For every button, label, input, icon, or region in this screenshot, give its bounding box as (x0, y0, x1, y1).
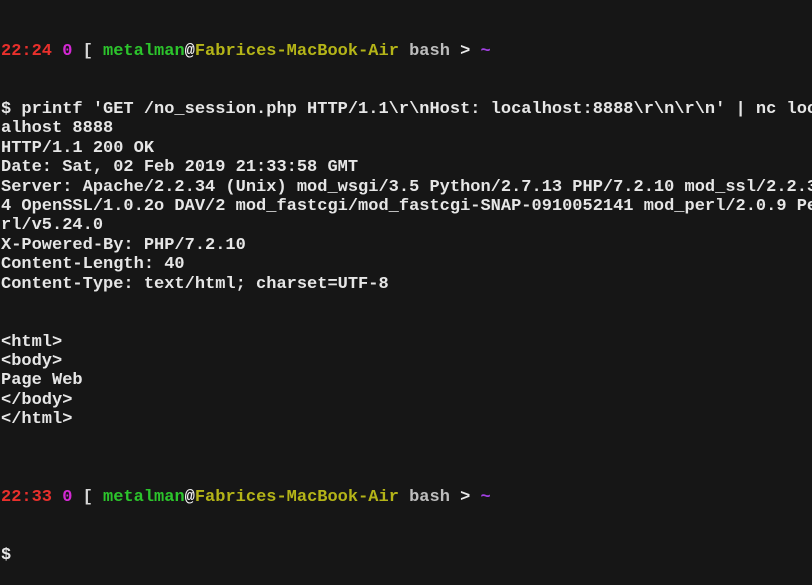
output-line: 4 OpenSSL/1.0.2o DAV/2 mod_fastcgi/mod_f… (1, 196, 812, 216)
prompt-time: 22:33 (1, 487, 53, 507)
prompt-shell: bash (409, 41, 450, 61)
output-line: <body> (1, 352, 63, 372)
terminal[interactable]: 22:24 0 [ metalman@Fabrices-MacBook-Air … (1, 3, 812, 585)
output-line: </html> (1, 410, 73, 430)
prompt-bracket: [ (82, 487, 93, 507)
output-line: alhost 8888 (1, 119, 114, 139)
prompt-at: @ (184, 41, 195, 61)
prompt-user: metalman (103, 487, 185, 507)
output-line: Content-Length: 40 (1, 255, 185, 275)
output-line: $ printf 'GET /no_session.php HTTP/1.1\r… (1, 100, 812, 120)
prompt-cwd: ~ (480, 41, 491, 61)
output-line: X-Powered-By: PHP/7.2.10 (1, 235, 246, 255)
output-line: Content-Type: text/html; charset=UTF-8 (1, 274, 389, 294)
prompt-user: metalman (103, 41, 185, 61)
prompt-status: 0 (62, 41, 73, 61)
prompt-status: 0 (62, 487, 73, 507)
prompt-shell: bash (409, 487, 450, 507)
output-line: <html> (1, 332, 63, 352)
output-line: Server: Apache/2.2.34 (Unix) mod_wsgi/3.… (1, 177, 812, 197)
command-input-line[interactable]: $ (1, 546, 812, 565)
prompt-line: 22:24 0 [ metalman@Fabrices-MacBook-Air … (1, 42, 812, 61)
output-line: </body> (1, 390, 73, 410)
prompt-bracket: [ (82, 41, 93, 61)
output-line: rl/v5.24.0 (1, 216, 104, 236)
prompt-at: @ (184, 487, 195, 507)
prompt-host: Fabrices-MacBook-Air (194, 41, 399, 61)
prompt-host: Fabrices-MacBook-Air (194, 487, 399, 507)
output-line: Date: Sat, 02 Feb 2019 21:33:58 GMT (1, 158, 359, 178)
prompt-arrow: > (460, 487, 471, 507)
output-line: Page Web (1, 371, 83, 391)
prompt-line: 22:33 0 [ metalman@Fabrices-MacBook-Air … (1, 488, 812, 507)
prompt-cwd: ~ (480, 487, 491, 507)
prompt-arrow: > (460, 41, 471, 61)
prompt-time: 22:24 (1, 41, 53, 61)
output-line: HTTP/1.1 200 OK (1, 138, 155, 158)
terminal-output: $ printf 'GET /no_session.php HTTP/1.1\r… (1, 100, 812, 449)
